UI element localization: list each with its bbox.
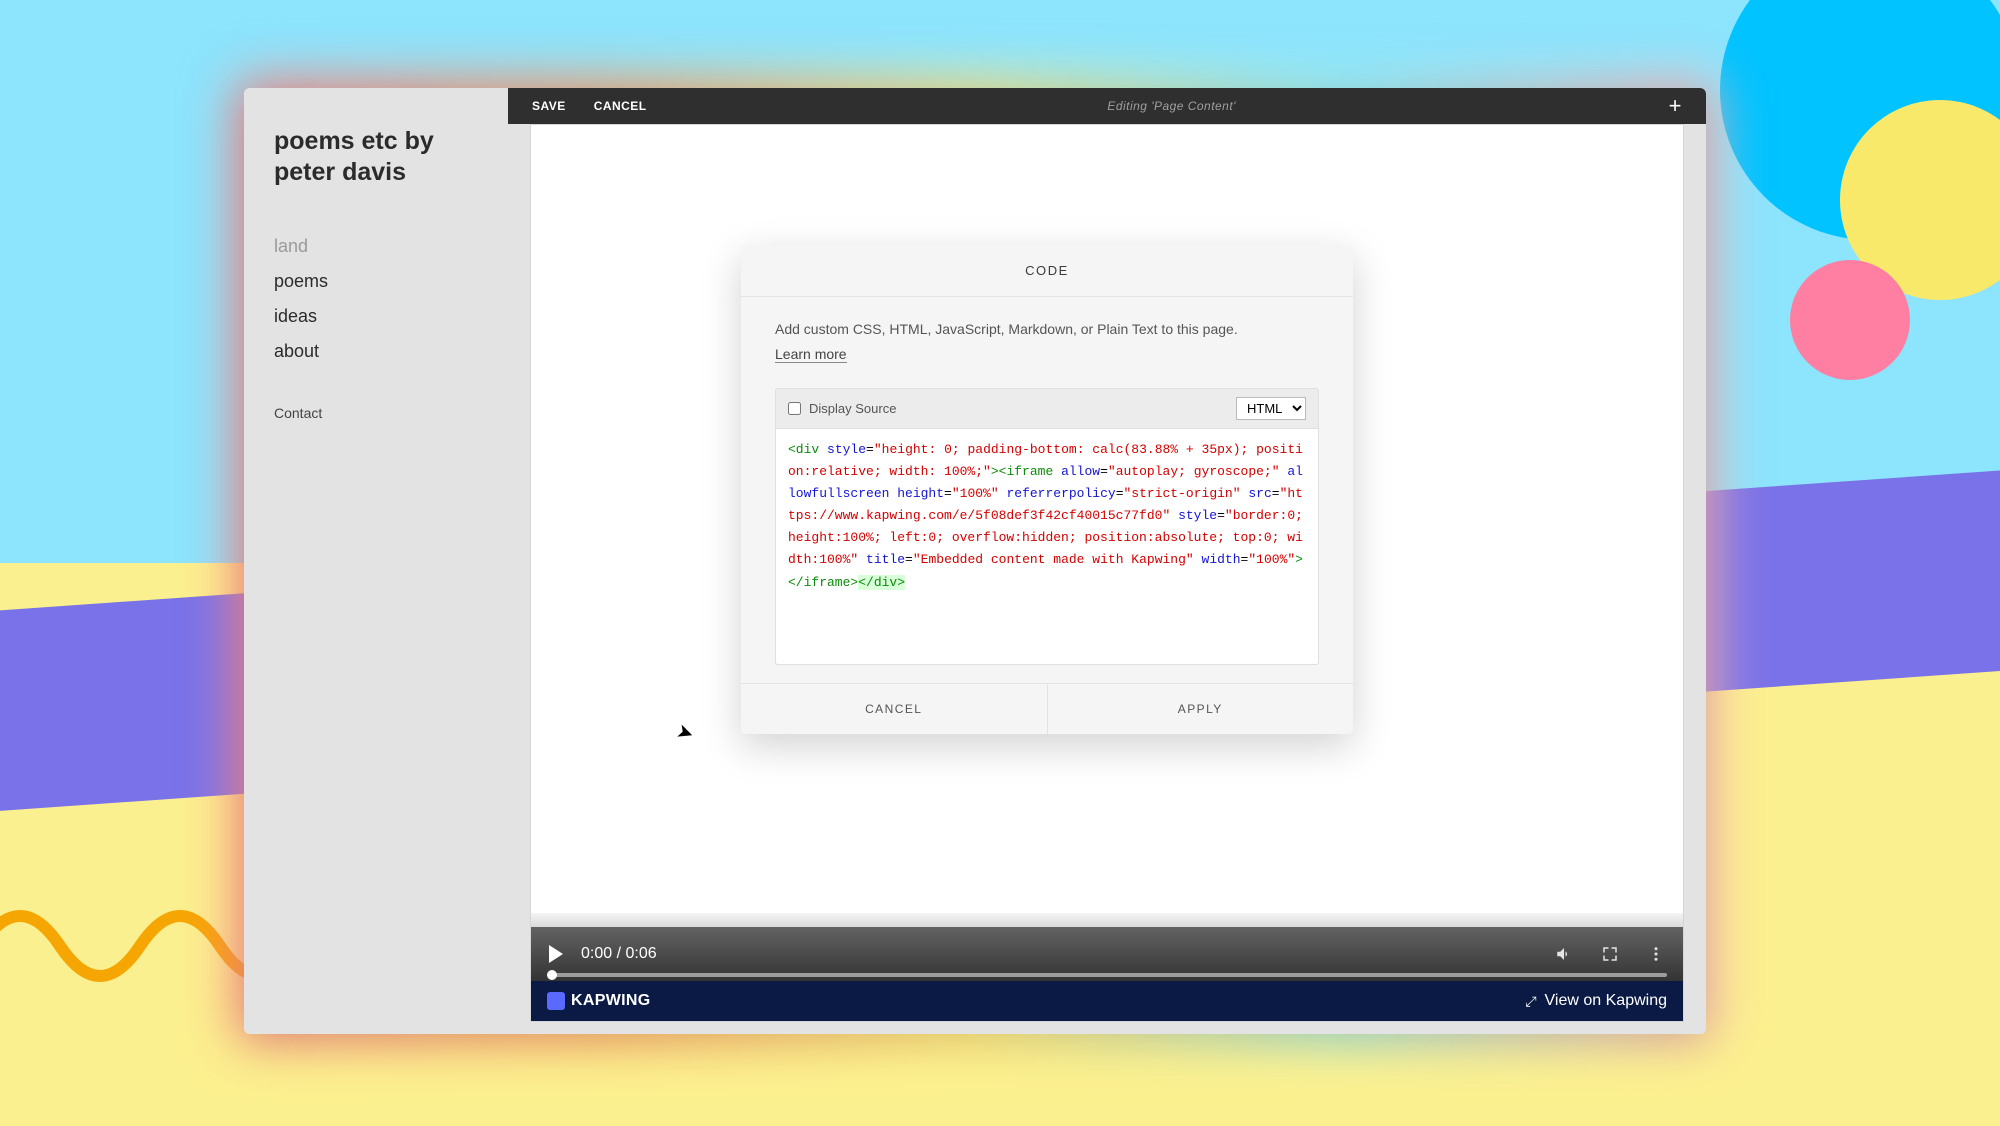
code-editor[interactable]: <div style="height: 0; padding-bottom: c… [775, 429, 1319, 665]
cursor-icon: ➤ [673, 718, 697, 747]
fullscreen-icon[interactable] [1601, 945, 1619, 963]
play-icon[interactable] [549, 945, 563, 963]
modal-apply-button[interactable]: APPLY [1047, 684, 1354, 734]
video-progress[interactable] [547, 973, 1667, 977]
display-source-label: Display Source [809, 401, 896, 416]
cancel-button[interactable]: CANCEL [594, 99, 647, 113]
kapwing-icon [547, 992, 565, 1010]
sidebar-item-ideas[interactable]: ideas [274, 299, 478, 334]
code-modal: CODE Add custom CSS, HTML, JavaScript, M… [741, 245, 1353, 734]
volume-icon[interactable] [1555, 945, 1573, 963]
more-icon[interactable] [1647, 945, 1665, 963]
app-frame: poems etc by peter davis land poems idea… [244, 88, 1706, 1034]
modal-title: CODE [741, 245, 1353, 297]
sidebar-item-about[interactable]: about [274, 334, 478, 369]
add-block-button[interactable]: + [1669, 95, 1682, 117]
expand-icon: ⤢ [1525, 993, 1536, 1010]
video-time: 0:00 / 0:06 [581, 945, 1527, 963]
sidebar-item-land[interactable]: land [274, 229, 478, 264]
code-format-select[interactable]: HTML [1236, 397, 1306, 420]
sidebar-contact[interactable]: Contact [274, 405, 478, 421]
view-on-kapwing-link[interactable]: ⤢ View on Kapwing [1525, 992, 1667, 1010]
site-title: poems etc by peter davis [274, 126, 478, 189]
page-canvas: ➤ CODE Add custom CSS, HTML, JavaScript,… [530, 124, 1684, 1022]
save-button[interactable]: SAVE [532, 99, 566, 113]
editing-status: Editing 'Page Content' [675, 99, 1669, 113]
sidebar-item-poems[interactable]: poems [274, 264, 478, 299]
kapwing-logo: KAPWING [547, 992, 651, 1010]
kapwing-bar: KAPWING ⤢ View on Kapwing [531, 981, 1683, 1021]
sidebar: poems etc by peter davis land poems idea… [244, 88, 508, 1034]
content-area[interactable]: ➤ CODE Add custom CSS, HTML, JavaScript,… [531, 125, 1683, 913]
video-player: 0:00 / 0:06 [531, 913, 1683, 981]
main: SAVE CANCEL Editing 'Page Content' + ➤ C… [508, 88, 1706, 1034]
sidebar-nav: land poems ideas about [274, 229, 478, 369]
topbar: SAVE CANCEL Editing 'Page Content' + [508, 88, 1706, 124]
display-source-checkbox[interactable] [788, 402, 801, 415]
learn-more-link[interactable]: Learn more [775, 346, 847, 363]
modal-description: Add custom CSS, HTML, JavaScript, Markdo… [775, 319, 1319, 340]
modal-cancel-button[interactable]: CANCEL [741, 684, 1047, 734]
